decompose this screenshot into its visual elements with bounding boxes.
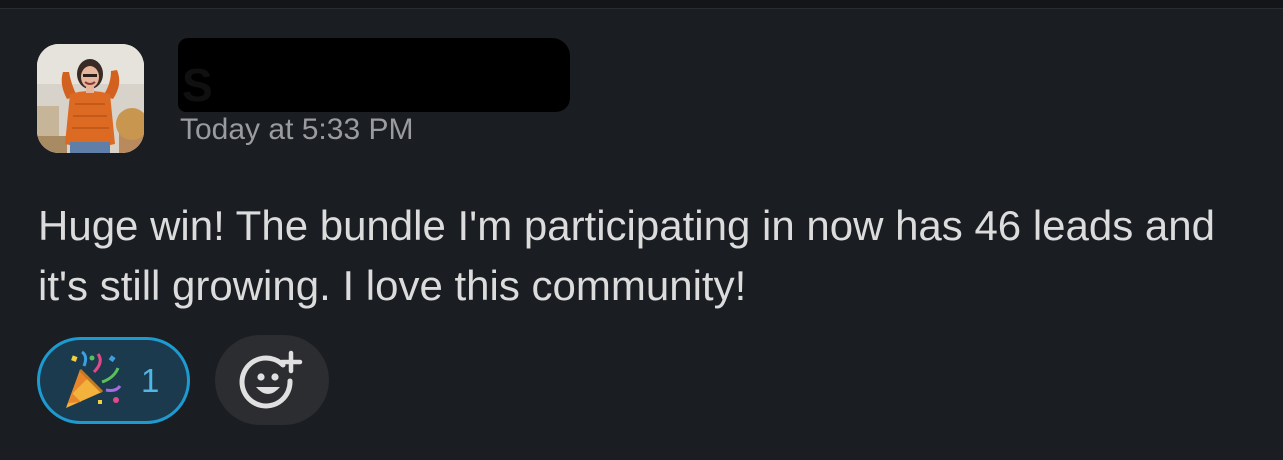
timestamp[interactable]: Today at 5:33 PM <box>180 112 413 148</box>
reaction-party-popper[interactable]: 1 <box>37 337 190 424</box>
add-reaction-button[interactable] <box>215 335 329 425</box>
top-divider <box>0 0 1283 9</box>
message-view: S Today at 5:33 PM Huge win! The bundle … <box>0 0 1283 460</box>
party-popper-icon <box>66 350 122 408</box>
reaction-count: 1 <box>141 362 160 399</box>
author-name-redacted[interactable]: S <box>178 38 570 112</box>
avatar-photo <box>37 44 144 153</box>
add-reaction-icon <box>239 350 303 409</box>
message-text: Huge win! The bundle I'm participating i… <box>38 202 1215 309</box>
author-name-text: S <box>182 59 215 111</box>
avatar[interactable] <box>37 44 144 153</box>
